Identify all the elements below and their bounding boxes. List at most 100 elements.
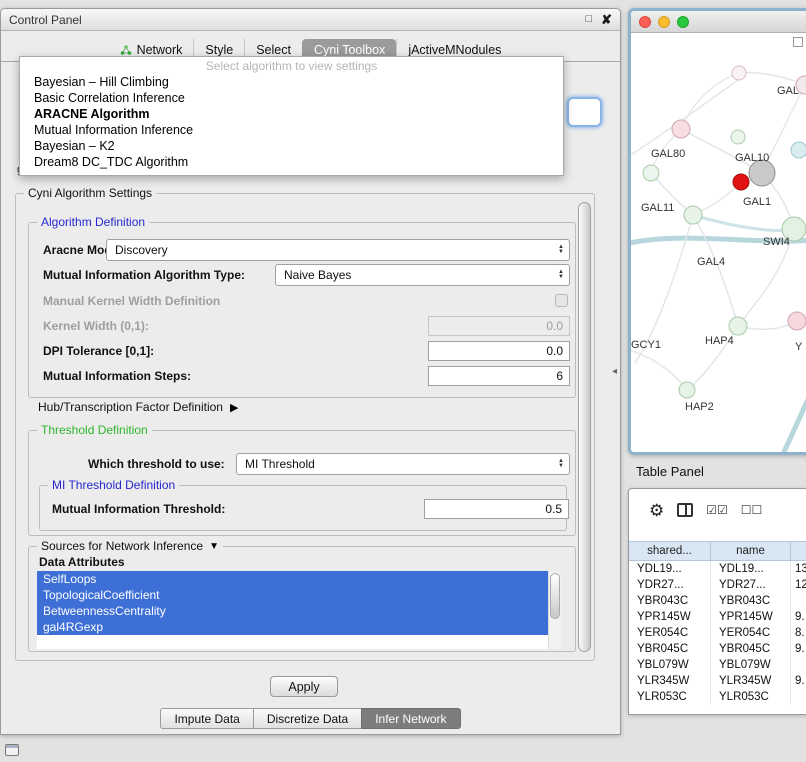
algorithm-option[interactable]: Basic Correlation Inference	[20, 90, 563, 106]
table-row[interactable]: YLR053CYLR053C	[629, 689, 806, 705]
panel-splitter-arrow[interactable]: ◂	[612, 366, 617, 377]
data-attributes-list[interactable]: SelfLoopsTopologicalCoefficientBetweenne…	[37, 571, 561, 649]
algorithm-option[interactable]: Bayesian – K2	[20, 138, 563, 154]
network-edge[interactable]	[781, 369, 806, 452]
network-edge[interactable]	[739, 73, 805, 85]
close-traffic-light[interactable]	[639, 16, 651, 28]
table-cell	[791, 689, 806, 705]
table-row[interactable]: YBR043CYBR043C	[629, 593, 806, 609]
network-node-label: HAP2	[685, 401, 714, 413]
network-node[interactable]	[733, 174, 749, 190]
network-node-label: Y	[795, 341, 803, 353]
gear-icon[interactable]: ⚙	[649, 502, 664, 519]
network-node[interactable]	[643, 165, 659, 181]
spinner-arrows-icon: ▲▼	[558, 454, 564, 474]
expand-right-icon: ▶	[230, 401, 238, 414]
spinner-arrows-icon: ▲▼	[558, 240, 564, 260]
restore-icon[interactable]: □	[585, 14, 592, 25]
table-cell: 13	[791, 561, 806, 577]
table-row[interactable]: YBL079WYBL079W	[629, 657, 806, 673]
table-cell: YER054C	[629, 625, 711, 641]
mi-steps-label: Mutual Information Steps:	[43, 369, 191, 383]
tab-discretize-data[interactable]: Discretize Data	[253, 708, 362, 729]
table-panel-window: ⚙ ☑☑ ☐☐ shared... name YDL19...YDL19...1…	[628, 488, 806, 715]
mi-type-select[interactable]: Naive Bayes ▲▼	[275, 264, 570, 286]
table-cell: YDR27...	[629, 577, 711, 593]
aracne-mode-select[interactable]: Discovery ▲▼	[106, 239, 570, 261]
network-edge[interactable]	[693, 215, 794, 230]
column-header-extra[interactable]	[791, 542, 806, 560]
table-row[interactable]: YPR145WYPR145W9.	[629, 609, 806, 625]
mi-threshold-label: Mutual Information Threshold:	[52, 502, 225, 516]
attribute-item[interactable]: gal4RGexp	[37, 619, 561, 635]
sources-toggle[interactable]: Sources for Network Inference ▼	[37, 539, 223, 554]
algorithm-option[interactable]: Dream8 DC_TDC Algorithm	[20, 154, 563, 170]
table-cell: YDL19...	[629, 561, 711, 577]
zoom-traffic-light[interactable]	[677, 16, 689, 28]
mi-threshold-field[interactable]: 0.5	[424, 499, 569, 519]
table-row[interactable]: YBR045CYBR045C9.	[629, 641, 806, 657]
apply-button[interactable]: Apply	[270, 676, 338, 697]
table-header: shared... name	[629, 541, 806, 561]
network-canvas-area[interactable]: GALGAL80GAL10GAL11GAL1SWI4GAL4GCY1HAP4YH…	[631, 33, 806, 452]
network-node-label: GAL10	[735, 152, 769, 164]
network-node-label: GAL4	[697, 256, 725, 268]
table-row[interactable]: YER054CYER054C8.	[629, 625, 806, 641]
column-header-shared[interactable]: shared...	[629, 542, 711, 560]
manual-kernel-checkbox[interactable]	[555, 294, 568, 307]
mi-steps-field[interactable]: 6	[428, 366, 570, 386]
network-node[interactable]	[679, 382, 695, 398]
algorithm-option[interactable]: Bayesian – Hill Climbing	[20, 74, 563, 90]
table-row[interactable]: YDL19...YDL19...13	[629, 561, 806, 577]
table-cell: YDL19...	[711, 561, 791, 577]
network-edge[interactable]	[681, 129, 762, 173]
dpi-tolerance-field[interactable]: 0.0	[428, 341, 570, 361]
algorithm-option[interactable]: ARACNE Algorithm	[20, 106, 563, 122]
columns-icon[interactable]	[677, 503, 693, 517]
attribute-item[interactable]: BetweennessCentrality	[37, 603, 561, 619]
select-all-checkboxes-icon[interactable]: ☑☑	[706, 503, 728, 517]
column-header-name[interactable]: name	[711, 542, 791, 560]
table-cell: YBR043C	[711, 593, 791, 609]
network-node[interactable]	[788, 312, 806, 330]
network-canvas[interactable]: GALGAL80GAL10GAL11GAL1SWI4GAL4GCY1HAP4YH…	[631, 33, 806, 452]
settings-group-title: Cyni Algorithm Settings	[24, 186, 156, 201]
deselect-all-checkboxes-icon[interactable]: ☐☐	[741, 503, 763, 517]
network-node[interactable]	[732, 66, 746, 80]
attribute-item[interactable]: SelfLoops	[37, 571, 561, 587]
minimize-traffic-light[interactable]	[658, 16, 670, 28]
focused-spinner-button[interactable]	[567, 97, 602, 127]
threshold-definition-title: Threshold Definition	[37, 423, 152, 438]
network-node[interactable]	[731, 130, 745, 144]
network-edge[interactable]	[681, 73, 739, 129]
hub-definition-toggle[interactable]: Hub/Transcription Factor Definition ▶	[38, 400, 238, 414]
attribute-item[interactable]: TopologicalCoefficient	[37, 587, 561, 603]
attributes-scrollbar[interactable]	[548, 571, 561, 649]
mi-type-label: Mutual Information Algorithm Type:	[43, 268, 245, 282]
desktop: Control Panel □ ✘ Network Style Select C…	[0, 0, 806, 762]
table-cell: YBL079W	[629, 657, 711, 673]
network-edge[interactable]	[631, 77, 743, 161]
settings-scrollbar[interactable]	[578, 202, 591, 652]
network-node[interactable]	[684, 206, 702, 224]
algorithm-dropdown-popup: Select algorithm to view settings Bayesi…	[19, 56, 564, 176]
table-row[interactable]: YDR27...YDR27...12	[629, 577, 806, 593]
docked-panel-icon[interactable]	[5, 744, 19, 756]
settings-scrollbar-thumb[interactable]	[578, 202, 591, 652]
network-node[interactable]	[672, 120, 690, 138]
attributes-scrollbar-thumb[interactable]	[550, 573, 560, 619]
close-icon[interactable]: ✘	[601, 14, 612, 25]
tab-impute-data[interactable]: Impute Data	[160, 708, 253, 729]
data-attributes-items: SelfLoopsTopologicalCoefficientBetweenne…	[37, 571, 561, 635]
control-panel-window: Control Panel □ ✘ Network Style Select C…	[0, 8, 621, 735]
network-node-label: GCY1	[631, 339, 661, 351]
algorithm-option[interactable]: Mutual Information Inference	[20, 122, 563, 138]
network-node[interactable]	[791, 142, 806, 158]
network-node[interactable]	[729, 317, 747, 335]
network-edge[interactable]	[693, 215, 738, 326]
network-window-titlebar[interactable]	[631, 11, 806, 33]
which-threshold-select[interactable]: MI Threshold ▲▼	[236, 453, 570, 475]
tab-infer-network[interactable]: Infer Network	[361, 708, 460, 729]
table-row[interactable]: YLR345WYLR345W9.	[629, 673, 806, 689]
control-panel-titlebar[interactable]: Control Panel □ ✘	[1, 9, 620, 31]
